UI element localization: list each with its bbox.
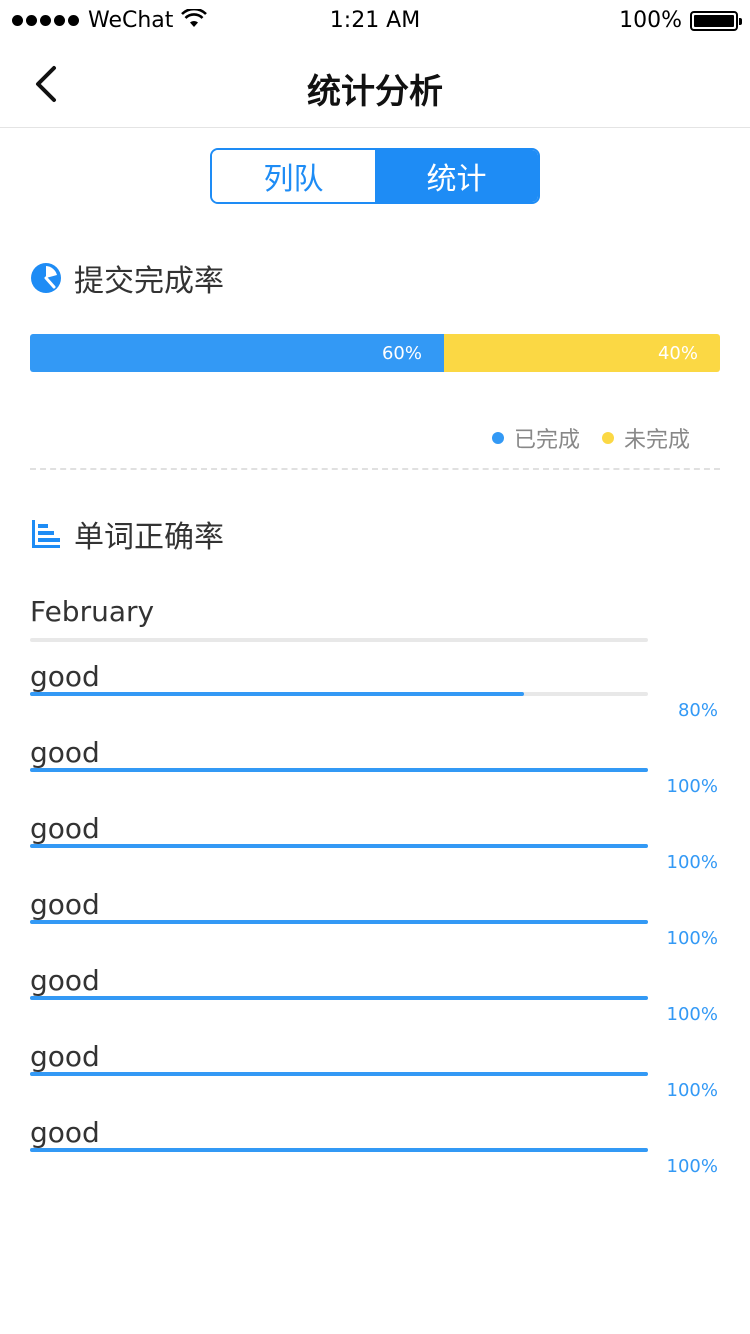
accuracy-row: good 100% <box>30 794 720 873</box>
accuracy-progress-fill <box>30 768 648 772</box>
completion-header: 提交完成率 <box>30 256 224 300</box>
accuracy-word: good <box>30 736 100 769</box>
accuracy-progress-fill <box>30 1148 648 1152</box>
completion-title: 提交完成率 <box>74 264 224 299</box>
accuracy-progress-fill <box>30 1072 648 1076</box>
tab-queue[interactable]: 列队 <box>212 150 375 202</box>
battery-area: 100% <box>619 8 742 33</box>
accuracy-progress-track <box>30 768 648 772</box>
pie-chart-icon <box>30 262 62 294</box>
accuracy-list: February good 80% good 100% good 100% good 100%… <box>30 594 720 1177</box>
legend-item-undone: 未完成 <box>601 422 690 454</box>
legend-label-undone: 未完成 <box>623 428 690 453</box>
nav-bar: 统计分析 <box>0 44 750 128</box>
accuracy-progress-track <box>30 1072 648 1076</box>
accuracy-word: good <box>30 660 100 693</box>
accuracy-word: good <box>30 1040 100 1073</box>
accuracy-progress-fill <box>30 920 648 924</box>
accuracy-row: good 100% <box>30 1098 720 1177</box>
accuracy-row: good 100% <box>30 1022 720 1101</box>
completion-done-segment: 60% <box>30 334 444 372</box>
completion-legend: 已完成 未完成 <box>470 422 690 454</box>
accuracy-word: good <box>30 888 100 921</box>
section-divider <box>30 468 720 470</box>
accuracy-progress-track <box>30 844 648 848</box>
accuracy-title: 单词正确率 <box>74 520 224 555</box>
accuracy-progress-fill <box>30 996 648 1000</box>
accuracy-progress-fill <box>30 844 648 848</box>
completion-done-label: 60% <box>381 342 422 364</box>
accuracy-word: good <box>30 1116 100 1149</box>
accuracy-progress-track <box>30 692 648 696</box>
bar-chart-icon <box>30 518 62 550</box>
status-bar: WeChat 1:21 AM 100% <box>0 0 750 44</box>
legend-item-done: 已完成 <box>491 422 580 454</box>
accuracy-progress-track <box>30 996 648 1000</box>
accuracy-progress-fill <box>30 692 525 696</box>
page-title: 统计分析 <box>307 72 443 112</box>
accuracy-header: 单词正确率 <box>30 512 224 556</box>
accuracy-rows: good 80% good 100% good 100% good 100% good 100% g… <box>30 642 720 1177</box>
accuracy-row: good 100% <box>30 718 720 797</box>
battery-icon <box>690 10 742 31</box>
accuracy-word: good <box>30 812 100 845</box>
completion-bar: 60% 40% <box>30 334 720 372</box>
accuracy-progress-track <box>30 1148 648 1152</box>
accuracy-progress-track <box>30 920 648 924</box>
battery-percent: 100% <box>619 8 682 33</box>
legend-dot-done <box>491 432 504 444</box>
month-label: February <box>30 595 155 628</box>
accuracy-row: good 80% <box>30 642 720 721</box>
accuracy-row: good 100% <box>30 870 720 949</box>
tab-statistics[interactable]: 统计 <box>375 150 538 202</box>
legend-dot-undone <box>601 432 614 444</box>
completion-undone-label: 40% <box>657 342 698 364</box>
segmented-tabs: 列队 统计 <box>210 148 540 204</box>
completion-undone-segment: 40% <box>444 334 720 372</box>
accuracy-percent: 100% <box>666 1156 718 1177</box>
legend-label-done: 已完成 <box>513 428 580 453</box>
accuracy-row: good 100% <box>30 946 720 1025</box>
accuracy-word: good <box>30 964 100 997</box>
